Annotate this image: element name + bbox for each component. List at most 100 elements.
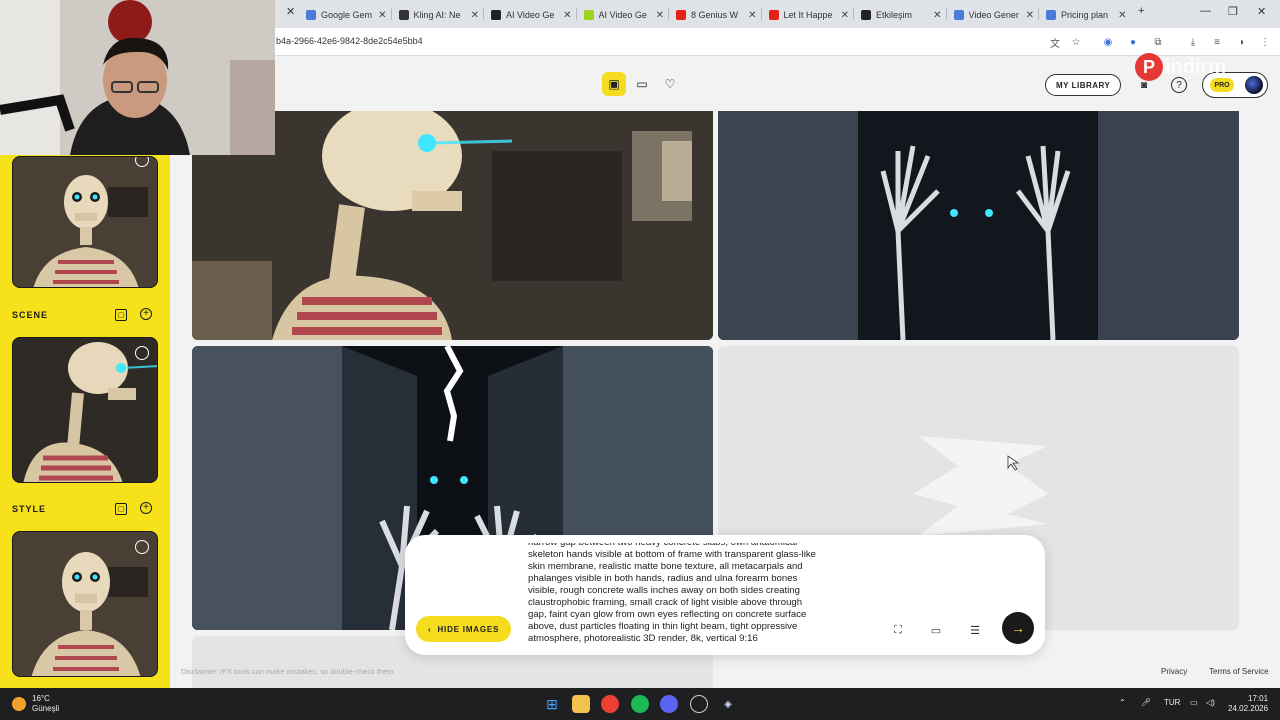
browser-tab[interactable]: AI Video Ge ✕ xyxy=(485,4,576,26)
translate-icon[interactable]: 文 xyxy=(1048,35,1062,50)
skeleton-image xyxy=(13,532,157,676)
my-library-button[interactable]: MY LIBRARY xyxy=(1045,74,1122,96)
image-mode-button[interactable]: ▣ xyxy=(602,72,626,96)
tab-favicon-icon xyxy=(676,10,686,20)
new-tab-button[interactable]: + xyxy=(1138,5,1144,17)
scene-thumbnail[interactable] xyxy=(12,337,158,483)
chrome-icon[interactable] xyxy=(601,695,619,713)
select-circle-icon[interactable] xyxy=(135,346,149,360)
aspect-ratio-icon[interactable]: ⛶ xyxy=(890,622,906,638)
volume-icon[interactable]: ◁) xyxy=(1206,698,1215,707)
close-window-icon[interactable]: ✕ xyxy=(1257,5,1266,18)
tab-separator xyxy=(575,8,577,20)
prompt-panel: ‹ HIDE IMAGES narrow gap between two hea… xyxy=(405,535,1045,655)
tab-close-icon[interactable]: ✕ xyxy=(563,10,571,21)
tab-label: Google Gem xyxy=(321,10,373,20)
tab-label: Etkileşim xyxy=(876,10,913,20)
browser-tab[interactable]: Let It Happe ✕ xyxy=(763,4,854,26)
sun-icon xyxy=(12,697,26,711)
spotify-icon[interactable] xyxy=(631,695,649,713)
select-circle-icon[interactable] xyxy=(135,540,149,554)
tray-chevron-icon[interactable]: ⌃ xyxy=(1119,698,1126,707)
tab-separator xyxy=(483,8,484,20)
download-icon[interactable]: ⤓ xyxy=(1186,35,1200,49)
weather-condition: Güneşli xyxy=(32,704,60,713)
weather-widget[interactable]: 16°C Güneşli xyxy=(12,694,59,714)
upload-icon[interactable]: ▢ xyxy=(115,503,127,515)
tab-separator xyxy=(1038,8,1039,20)
extension-icon[interactable]: ◉ xyxy=(1101,35,1115,49)
generated-image-2[interactable] xyxy=(718,111,1239,340)
tab-close-icon[interactable]: ✕ xyxy=(656,10,664,21)
send-arrow-button[interactable]: → xyxy=(1002,612,1034,644)
prompt-line: visible, rough concrete walls inches awa… xyxy=(528,585,800,596)
discord-taskbar-icon[interactable] xyxy=(660,695,678,713)
tab-close-icon[interactable]: ✕ xyxy=(748,10,756,21)
extensions-puzzle-icon[interactable]: ⧉ xyxy=(1151,35,1165,49)
settings-sliders-icon[interactable]: ☰ xyxy=(967,622,983,638)
avatar[interactable] xyxy=(1245,76,1263,94)
scene-label: SCENE xyxy=(12,310,49,320)
network-icon[interactable]: ▭ xyxy=(1190,698,1198,707)
tab-favicon-icon xyxy=(1046,10,1056,20)
start-button-icon[interactable]: ⊞ xyxy=(543,695,561,713)
media-icon[interactable]: ≡ xyxy=(1210,35,1224,49)
tab-label: Pricing plan xyxy=(1061,10,1109,20)
microphone-icon[interactable]: 🎤︎ xyxy=(1141,698,1151,707)
privacy-link[interactable]: Privacy xyxy=(1161,667,1187,676)
add-style-icon[interactable]: + xyxy=(140,502,152,514)
tab-separator xyxy=(390,8,392,20)
language-indicator[interactable]: TUR xyxy=(1164,698,1180,707)
tab-close-icon[interactable]: ✕ xyxy=(933,10,941,21)
file-explorer-icon[interactable] xyxy=(572,695,590,713)
skeleton-hands-image xyxy=(718,111,1239,340)
tab-close-icon[interactable]: ✕ xyxy=(471,10,479,21)
hide-images-button[interactable]: ‹ HIDE IMAGES xyxy=(416,616,512,642)
media-type-toolbar: ▣ ▭ ♡ xyxy=(602,72,682,96)
tab-label: Kling AI: Ne xyxy=(413,10,461,20)
tab-separator xyxy=(853,8,854,20)
prompt-line: skin membrane, realistic matte bone text… xyxy=(528,561,803,572)
video-mode-button[interactable]: ▭ xyxy=(630,72,654,96)
hide-images-label: HIDE IMAGES xyxy=(437,624,500,634)
browser-tab[interactable]: Google Gem ✕ xyxy=(300,4,391,26)
prompt-textarea[interactable]: narrow gap between two heavy concrete sl… xyxy=(528,543,870,647)
prompt-line: claustrophobic framing, small crack of l… xyxy=(528,597,803,608)
tab-close-icon[interactable]: ✕ xyxy=(1026,10,1034,21)
add-scene-icon[interactable]: + xyxy=(140,308,152,320)
minimize-icon[interactable]: — xyxy=(1200,5,1211,17)
style-thumbnail[interactable] xyxy=(12,531,158,677)
browser-tab[interactable]: Kling AI: Ne ✕ xyxy=(393,4,484,26)
upload-icon[interactable]: ▢ xyxy=(115,309,127,321)
restore-icon[interactable]: ❐ xyxy=(1228,5,1238,18)
browser-tab[interactable]: AI Video Ge ✕ xyxy=(578,4,669,26)
tab-favicon-icon xyxy=(491,10,501,20)
bookmark-star-icon[interactable]: ☆ xyxy=(1069,35,1083,49)
tab-favicon-icon xyxy=(306,10,316,20)
tab-favicon-icon xyxy=(768,10,779,20)
browser-menu-icon[interactable]: ⋮ xyxy=(1258,35,1272,49)
browser-tab[interactable]: 8 Genius W ✕ xyxy=(670,4,761,26)
style-label: STYLE xyxy=(12,504,47,514)
tab-label: AI Video Ge xyxy=(506,10,555,20)
character-thumbnail[interactable] xyxy=(12,156,158,288)
browser-tab[interactable]: Pricing plan ✕ xyxy=(1040,4,1131,26)
tab-close-icon[interactable]: ✕ xyxy=(1118,10,1126,21)
tab-label: AI Video Ge xyxy=(598,10,647,20)
image-size-icon[interactable]: ▭ xyxy=(928,622,944,638)
close-tab-icon[interactable]: ✕ xyxy=(286,5,295,18)
tab-close-icon[interactable]: ✕ xyxy=(378,10,386,21)
terms-link[interactable]: Terms of Service xyxy=(1209,667,1269,676)
profile-icon[interactable]: ◑ xyxy=(1234,35,1248,49)
app-icon[interactable] xyxy=(690,695,708,713)
browser-tab[interactable]: Etkileşim ✕ xyxy=(855,4,946,26)
temperature: 16°C xyxy=(32,694,50,703)
url-text[interactable]: b4a-2966-42e6-9842-8de2c54e5bb4 xyxy=(276,36,423,46)
clock[interactable]: 17:01 24.02.2026 xyxy=(1228,694,1268,714)
prompt-line: skeleton hands visible at bottom of fram… xyxy=(528,549,816,560)
extension-icon[interactable]: ● xyxy=(1126,35,1140,49)
browser-tab[interactable]: Video Gener ✕ xyxy=(948,4,1039,26)
steam-icon[interactable]: ◈ xyxy=(719,695,737,713)
favorites-heart-icon[interactable]: ♡ xyxy=(658,72,682,96)
tab-close-icon[interactable]: ✕ xyxy=(841,10,849,21)
